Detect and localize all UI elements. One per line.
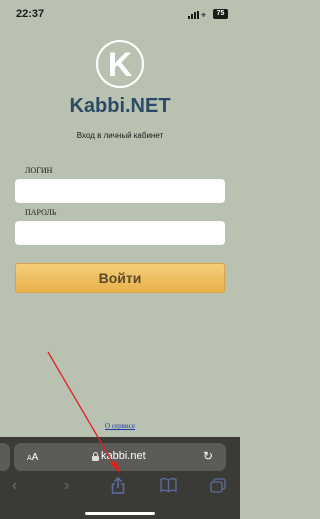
annotation-arrow [47, 351, 119, 473]
